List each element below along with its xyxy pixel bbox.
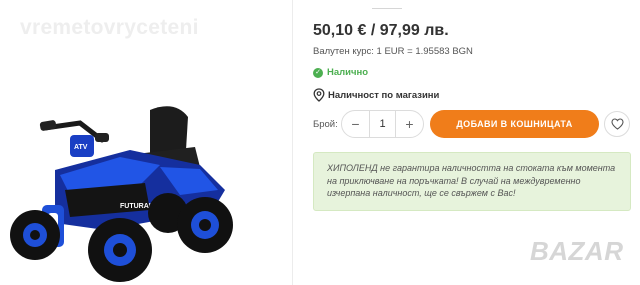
product-price: 50,10 € / 97,99 лв. [313,22,449,39]
atv-badge-text: ATV [74,144,88,151]
wheel-front-left [10,210,60,260]
stock-status-label: Налично [327,67,369,78]
wheel-front-right [88,218,152,282]
map-pin-icon [313,88,325,102]
add-to-cart-button[interactable]: ДОБАВИ В КОШНИЦАТА [430,110,599,138]
quantity-input[interactable]: 1 [369,111,396,137]
watermark-text: vremetovryceteni [20,16,199,39]
quantity-minus-button[interactable]: − [342,111,369,137]
store-availability-link[interactable]: Наличност по магазини [313,88,439,102]
top-divider [372,8,402,9]
heart-icon [610,118,624,130]
column-divider [292,0,293,285]
atv-image: ATV FUTURALE [10,106,233,282]
quantity-label: Брой: [313,119,338,130]
check-circle-icon: ✓ [313,67,323,78]
wheel-rear-right [177,197,233,253]
quantity-plus-button[interactable]: + [396,111,423,137]
wishlist-button[interactable] [604,111,630,137]
watermark-logo: BAZAR [530,236,624,266]
product-image[interactable]: vremetovryceteni ATV FUTURALE [0,0,292,285]
quantity-stepper: − 1 + [341,110,424,138]
exchange-rate: Валутен курс: 1 EUR = 1.95583 BGN [313,46,473,57]
stock-status: ✓ Налично [313,67,368,78]
availability-notice: ХИПОЛЕНД не гарантира наличността на сто… [313,152,631,211]
store-availability-label: Наличност по магазини [328,89,440,101]
